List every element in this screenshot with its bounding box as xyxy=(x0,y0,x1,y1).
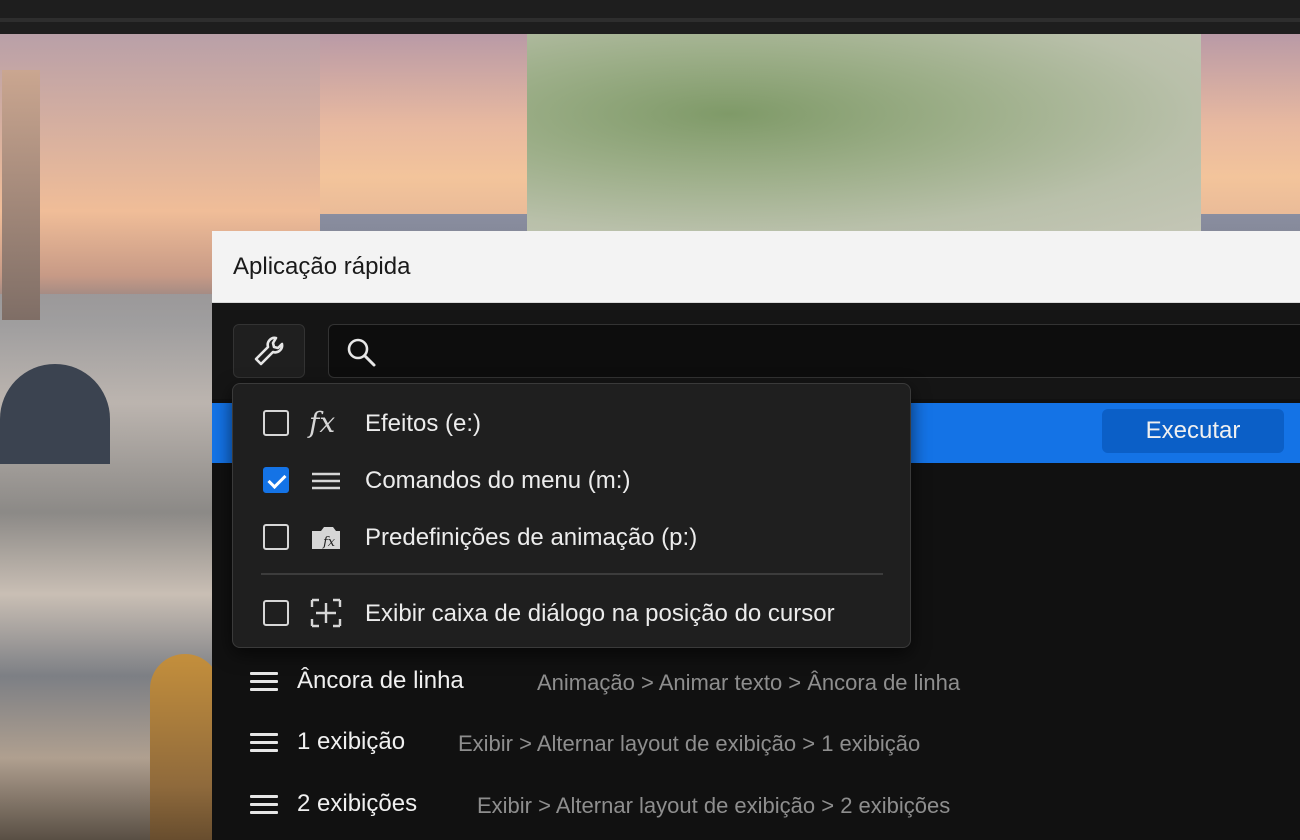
tower-building xyxy=(2,70,40,320)
filter-item-label: Efeitos (e:) xyxy=(365,410,482,437)
filter-item-menu-commands[interactable]: Comandos do menu (m:) xyxy=(233,454,912,506)
result-name: Âncora de linha xyxy=(297,667,464,694)
result-name: 1 exibição xyxy=(297,728,406,755)
search-input[interactable] xyxy=(389,325,1289,377)
menu-commands-checkbox[interactable] xyxy=(263,467,289,493)
filter-item-animation-presets[interactable]: fx Predefinições de animação (p:) xyxy=(233,511,912,563)
cursor-position-checkbox[interactable] xyxy=(263,600,289,626)
filter-item-label: Exibir caixa de diálogo na posição do cu… xyxy=(365,600,835,627)
svg-text:fx: fx xyxy=(322,535,336,550)
result-path: Animação > Animar texto > Âncora de linh… xyxy=(537,670,961,695)
cursor-position-icon xyxy=(310,598,342,628)
filter-item-label: Predefinições de animação (p:) xyxy=(365,524,698,551)
result-row[interactable]: Âncora de linha Animação > Animar texto … xyxy=(212,654,1300,710)
animation-presets-checkbox[interactable] xyxy=(263,524,289,550)
animation-preset-icon: fx xyxy=(312,527,340,550)
effects-checkbox[interactable] xyxy=(263,410,289,436)
filter-item-label: Comandos do menu (m:) xyxy=(365,467,631,494)
menu-command-icon xyxy=(250,672,278,692)
fx-icon: fx xyxy=(309,406,336,439)
result-name: 2 exibições xyxy=(297,790,418,817)
search-icon xyxy=(347,338,376,367)
run-button[interactable]: Executar xyxy=(1102,409,1284,453)
filter-dropdown-menu: fx Efeitos (e:) Comandos do menu (m:) fx… xyxy=(232,383,911,648)
result-row[interactable]: 2 exibições Exibir > Alternar layout de … xyxy=(212,777,1300,833)
result-path: Exibir > Alternar layout de exibição > 2… xyxy=(477,793,951,818)
filter-item-cursor-position[interactable]: Exibir caixa de diálogo na posição do cu… xyxy=(233,587,912,639)
foliage-layer xyxy=(527,34,1201,234)
dialog-title-bar[interactable]: Aplicação rápida xyxy=(212,231,1300,303)
filter-settings-button[interactable] xyxy=(233,324,305,378)
dialog-title: Aplicação rápida xyxy=(233,253,411,280)
menu-divider xyxy=(261,573,883,575)
result-row[interactable]: 1 exibição Exibir > Alternar layout de e… xyxy=(212,715,1300,771)
top-bar-divider xyxy=(0,18,1300,22)
search-field[interactable] xyxy=(328,324,1300,378)
dome-building xyxy=(0,364,110,464)
filter-item-effects[interactable]: fx Efeitos (e:) xyxy=(233,397,912,449)
host-app-top-bar xyxy=(0,0,1300,34)
menu-command-icon xyxy=(250,795,278,815)
wrench-icon xyxy=(254,336,284,366)
result-path: Exibir > Alternar layout de exibição > 1… xyxy=(458,731,921,756)
menu-command-icon xyxy=(250,733,278,753)
gold-dome-building xyxy=(150,654,220,840)
screen: Aplicação rápida Executar Âncora de linh… xyxy=(0,0,1300,840)
menu-lines-icon xyxy=(312,472,340,490)
